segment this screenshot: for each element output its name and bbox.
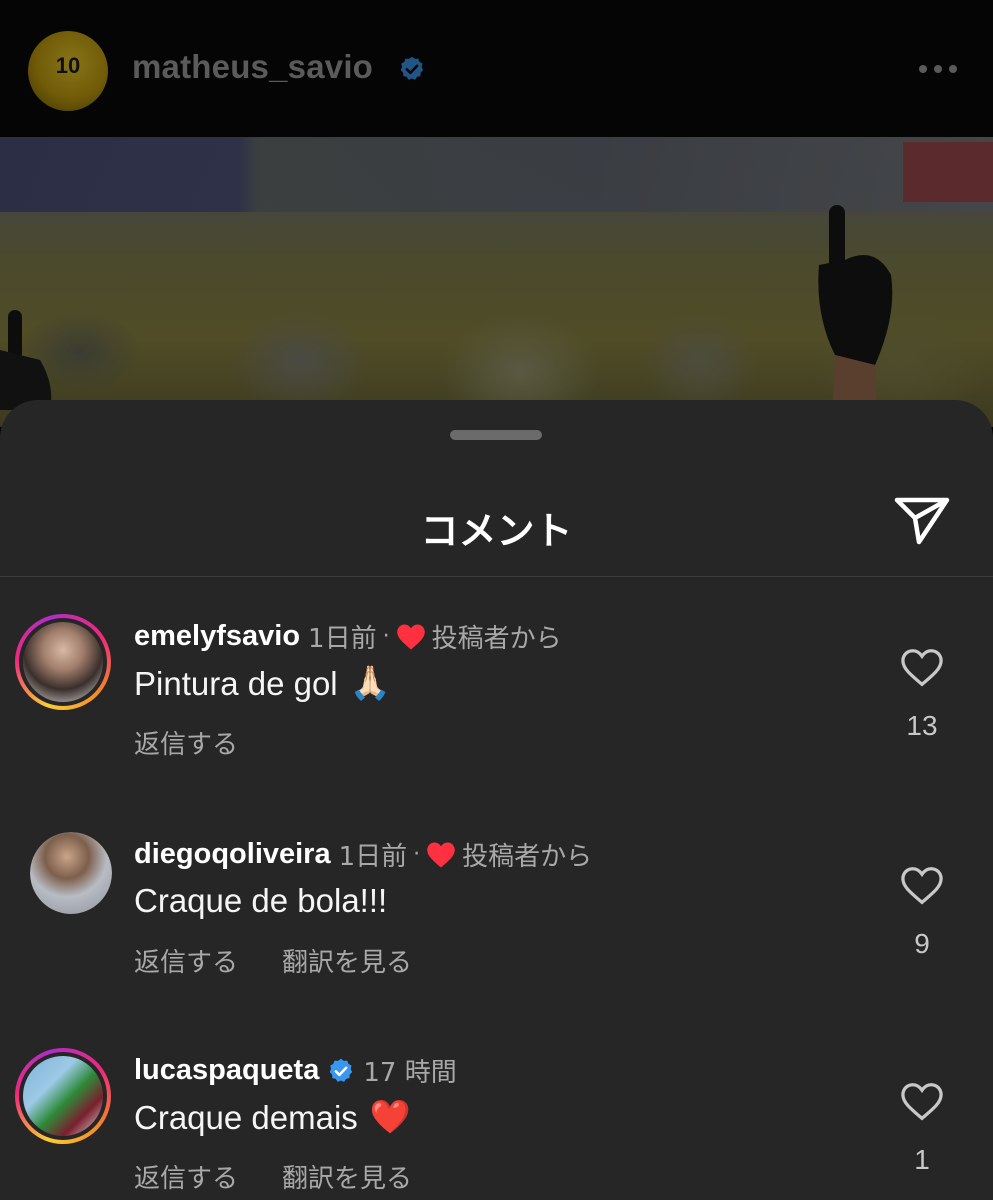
verified-badge-icon <box>400 56 424 80</box>
like-count: 1 <box>914 1144 930 1175</box>
separator-dot: · <box>382 624 390 649</box>
sheet-title: コメント <box>420 509 573 553</box>
avatar-jersey-number: 10 <box>55 53 81 78</box>
comment-text: Craque demais <box>134 1098 358 1136</box>
comment-text-row: Pintura de gol 🙏🏻 <box>134 664 391 703</box>
like-count: 9 <box>914 928 930 959</box>
comment-item: emelyfsavio 1日前 · 投稿者から Pintura de gol 🙏… <box>0 612 993 782</box>
comment-time: 17 時間 <box>363 1058 457 1088</box>
stadium-banner <box>0 137 993 212</box>
comments-sheet: コメント emelyfsavio 1日前 · 投稿者から Pintura de … <box>0 400 993 1200</box>
see-translation-button[interactable]: 翻訳を見る <box>282 1158 412 1195</box>
comment-actions: 返信する 翻訳を見る <box>134 942 412 979</box>
like-count: 13 <box>906 710 938 741</box>
comment-text-row: Craque demais ❤️ <box>134 1098 411 1137</box>
commenter-username[interactable]: emelyfsavio <box>134 620 300 653</box>
liked-by-author-label: 投稿者から <box>462 842 593 872</box>
comment-text: Craque de bola!!! <box>134 882 388 919</box>
commenter-avatar[interactable] <box>15 614 111 710</box>
comment-header: emelyfsavio 1日前 · 投稿者から <box>134 618 562 655</box>
liked-by-author-heart-icon <box>396 624 425 649</box>
more-options-icon[interactable] <box>918 62 958 76</box>
commenter-avatar[interactable] <box>30 832 112 914</box>
commenter-avatar[interactable] <box>15 1048 111 1144</box>
comment-header: lucaspaqueta 17 時間 <box>134 1052 457 1089</box>
reply-button[interactable]: 返信する <box>134 724 238 761</box>
separator-dot: · <box>413 842 421 867</box>
post-header: 10 matheus_savio <box>0 0 993 137</box>
comment-item: lucaspaqueta 17 時間 Craque demais ❤️ 返信する… <box>0 1046 993 1200</box>
reply-button[interactable]: 返信する <box>134 1158 238 1195</box>
comment-time: 1日前 <box>338 842 408 872</box>
comment-actions: 返信する 翻訳を見る <box>134 1158 412 1195</box>
sheet-drag-handle[interactable] <box>450 430 542 440</box>
liked-by-author-heart-icon <box>427 842 455 867</box>
post-author-username[interactable]: matheus_savio <box>132 48 373 86</box>
comment-item: diegoqoliveira 1日前 · 投稿者から Craque de bol… <box>0 830 993 1000</box>
comment-emoji: ❤️ <box>369 1098 411 1135</box>
like-heart-icon[interactable] <box>900 866 944 906</box>
post-author-avatar[interactable]: 10 <box>28 31 108 111</box>
stadium-banner-red <box>903 142 993 202</box>
raised-glove-right <box>818 205 893 405</box>
commenter-username[interactable]: lucaspaqueta <box>134 1054 319 1087</box>
comment-header: diegoqoliveira 1日前 · 投稿者から <box>134 836 592 873</box>
verified-badge-icon <box>330 1058 353 1082</box>
share-send-icon[interactable] <box>893 494 951 546</box>
see-translation-button[interactable]: 翻訳を見る <box>282 942 412 979</box>
comment-text-row: Craque de bola!!! <box>134 882 387 920</box>
liked-by-author-label: 投稿者から <box>431 624 562 654</box>
comment-emoji: 🙏🏻 <box>349 664 391 701</box>
sheet-divider <box>0 576 993 577</box>
comment-actions: 返信する <box>134 724 238 761</box>
reply-button[interactable]: 返信する <box>134 942 238 979</box>
commenter-username[interactable]: diegoqoliveira <box>134 838 331 871</box>
like-heart-icon[interactable] <box>900 1082 944 1122</box>
like-heart-icon[interactable] <box>900 648 944 688</box>
comment-text: Pintura de gol <box>134 664 338 702</box>
comment-time: 1日前 <box>308 624 377 654</box>
raised-glove-left <box>0 310 52 410</box>
